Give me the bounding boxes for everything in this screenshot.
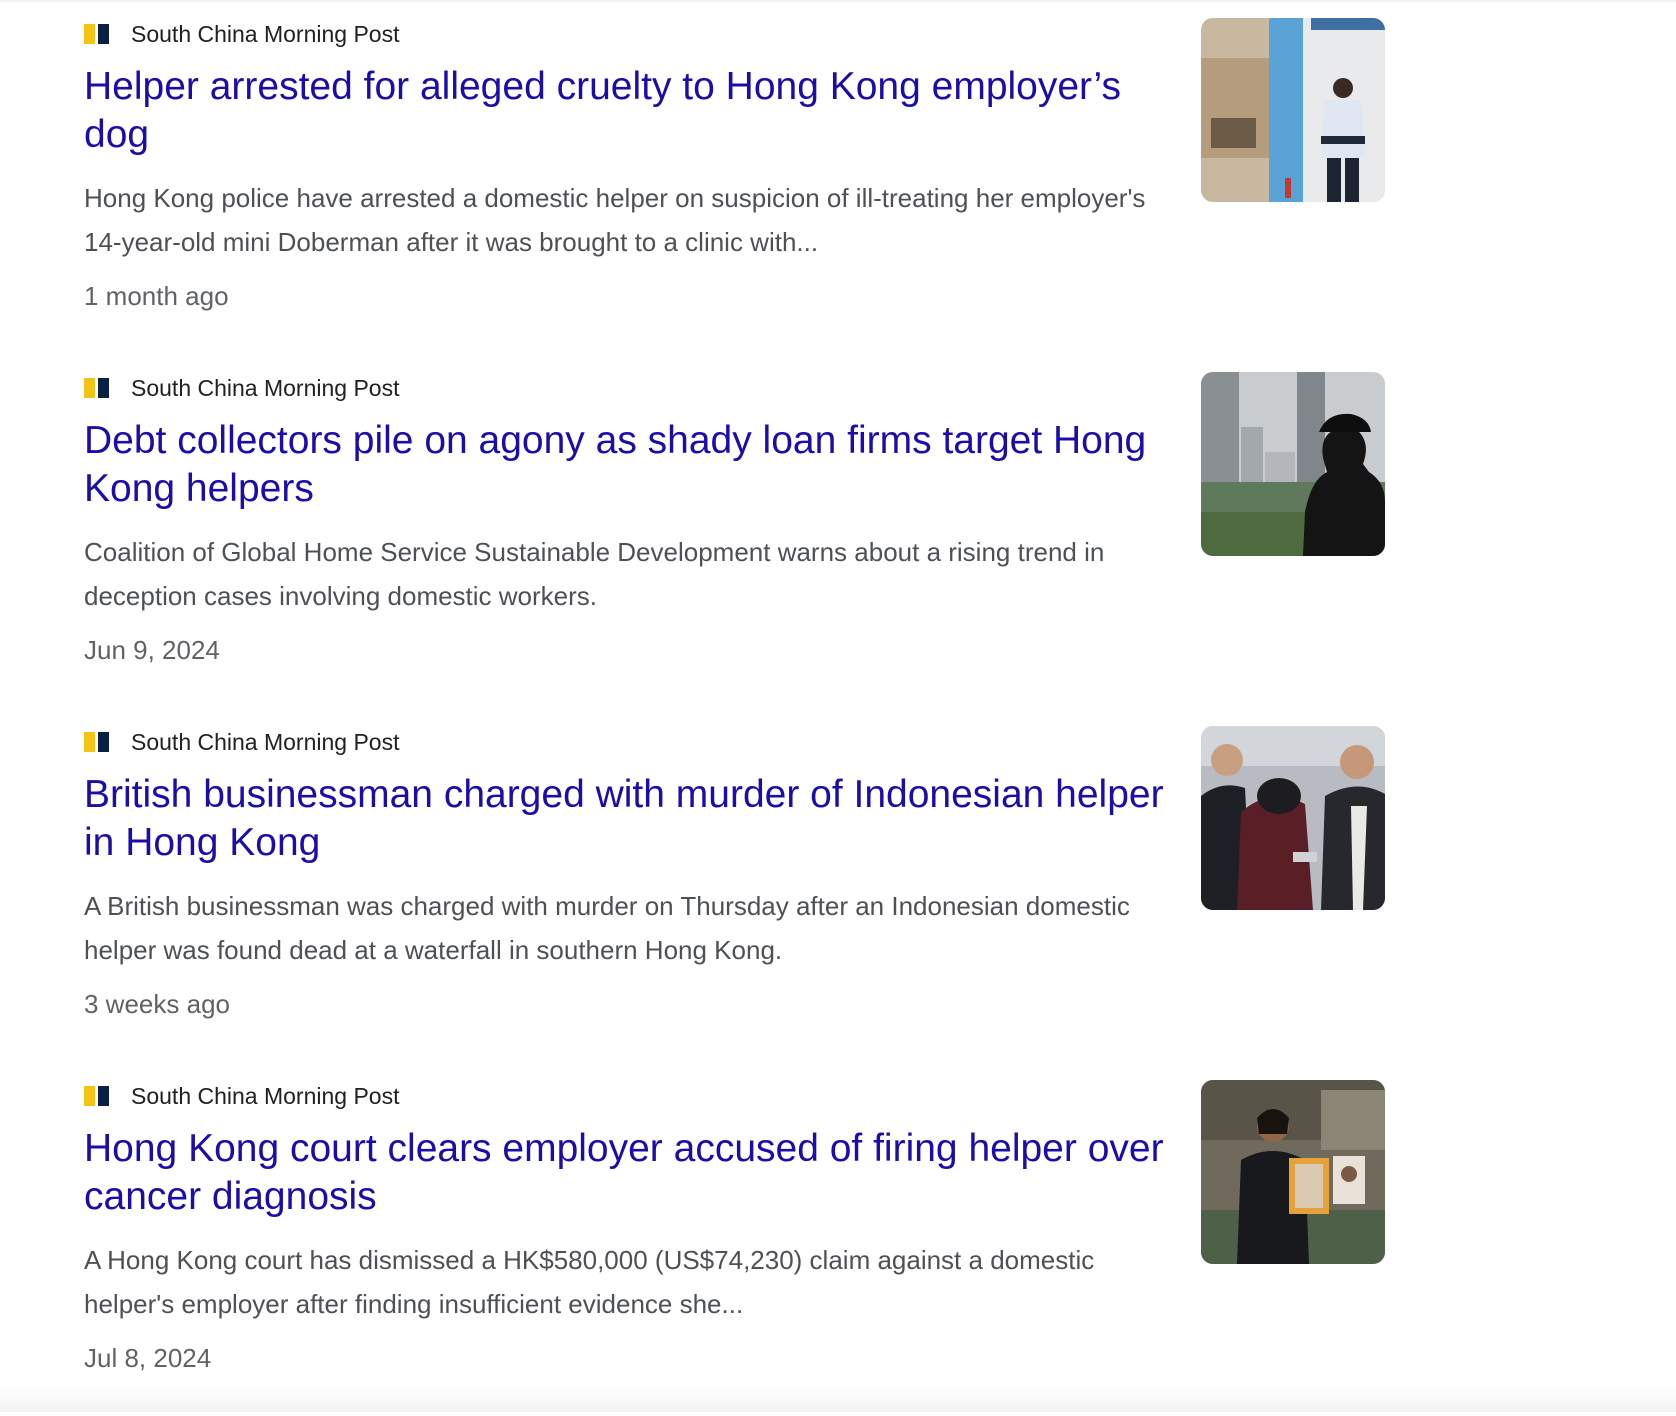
news-results-list: South China Morning Post Helper arrested… [84,0,1414,1416]
scmp-favicon-icon [84,1086,112,1106]
news-source: South China Morning Post [84,18,400,50]
news-source: South China Morning Post [84,726,400,758]
source-name: South China Morning Post [131,21,400,47]
scmp-favicon-icon [84,24,112,44]
news-snippet: Coalition of Global Home Service Sustain… [84,537,1105,611]
source-name: South China Morning Post [131,1083,400,1109]
news-date: 1 month ago [84,281,229,311]
news-snippet: A Hong Kong court has dismissed a HK$580… [84,1245,1095,1319]
news-headline-link[interactable]: British businessman charged with murder … [84,771,1164,867]
news-headline-link[interactable]: Hong Kong court clears employer accused … [84,1125,1164,1221]
news-source: South China Morning Post [84,1080,400,1112]
scmp-favicon-icon [84,378,112,398]
news-date: 3 weeks ago [84,989,230,1019]
woman-holding-photo-image[interactable] [1201,1080,1385,1264]
news-result: South China Morning Post Helper arrested… [84,0,1414,354]
news-headline-link[interactable]: Debt collectors pile on agony as shady l… [84,417,1164,513]
news-source: South China Morning Post [84,372,400,404]
news-date: Jul 8, 2024 [84,1343,212,1373]
news-headline-link[interactable]: Helper arrested for alleged cruelty to H… [84,63,1164,159]
news-result: South China Morning Post Hong Kong court… [84,1062,1414,1416]
news-date: Jun 9, 2024 [84,635,220,665]
source-name: South China Morning Post [131,375,400,401]
news-snippet: Hong Kong police have arrested a domesti… [84,183,1146,257]
news-result: South China Morning Post British busines… [84,708,1414,1062]
suspect-escorted-image[interactable] [1201,726,1385,910]
news-snippet: A British businessman was charged with m… [84,891,1130,965]
bottom-edge [0,1386,1676,1412]
source-name: South China Morning Post [131,729,400,755]
silhouette-skyline-image[interactable] [1201,372,1385,556]
scmp-favicon-icon [84,732,112,752]
police-officer-storefront-image[interactable] [1201,18,1385,202]
news-result: South China Morning Post Debt collectors… [84,354,1414,708]
